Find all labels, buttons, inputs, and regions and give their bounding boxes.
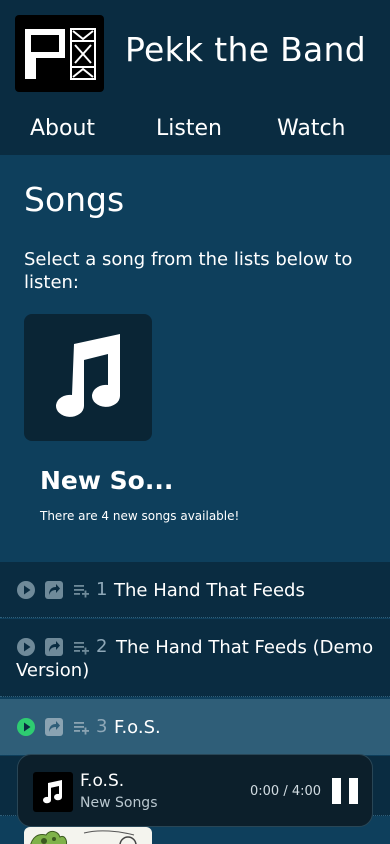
nav-about[interactable]: About <box>30 116 95 141</box>
song-row-active[interactable]: 3 F.o.S. <box>0 699 390 755</box>
main-nav: About Listen Watch <box>0 112 390 152</box>
nav-watch[interactable]: Watch <box>277 116 346 141</box>
pekk-logo[interactable] <box>15 15 104 92</box>
song-number: 3 <box>96 716 108 737</box>
play-icon-active[interactable] <box>16 717 36 737</box>
share-icon[interactable] <box>44 580 64 600</box>
play-icon[interactable] <box>16 580 36 600</box>
album-thumbnail[interactable] <box>24 827 152 844</box>
song-number: 1 <box>96 579 108 600</box>
album-card-new-songs[interactable] <box>24 314 152 441</box>
song-title[interactable]: The Hand That Feeds (Demo Version) <box>16 636 376 682</box>
song-row[interactable]: 2 The Hand That Feeds (Demo Version) <box>0 619 390 697</box>
player-time: 0:00 / 4:00 <box>250 784 322 799</box>
site-header: Pekk the Band About Listen Watch <box>0 0 390 155</box>
pause-icon[interactable] <box>330 777 360 805</box>
intro-text: Select a song from the lists below to li… <box>24 249 353 293</box>
add-to-queue-icon[interactable] <box>72 717 92 737</box>
song-row[interactable]: 1 The Hand That Feeds <box>0 562 390 618</box>
mini-player[interactable]: F.o.S. New Songs 0:00 / 4:00 <box>17 754 373 827</box>
player-album-name: New Songs <box>80 795 158 811</box>
share-icon[interactable] <box>44 717 64 737</box>
album-description: There are 4 new songs available! <box>40 509 240 523</box>
song-title[interactable]: The Hand That Feeds <box>114 579 378 602</box>
player-song-title: F.o.S. <box>80 771 125 791</box>
song-title[interactable]: F.o.S. <box>114 716 378 739</box>
music-note-icon <box>43 780 63 804</box>
band-name: Pekk the Band <box>125 30 367 69</box>
add-to-queue-icon[interactable] <box>72 580 92 600</box>
nav-listen[interactable]: Listen <box>156 116 222 141</box>
player-album-art[interactable] <box>33 772 73 812</box>
page-title: Songs <box>24 180 125 219</box>
album-title[interactable]: New So... <box>40 466 173 495</box>
music-note-icon <box>56 334 120 417</box>
